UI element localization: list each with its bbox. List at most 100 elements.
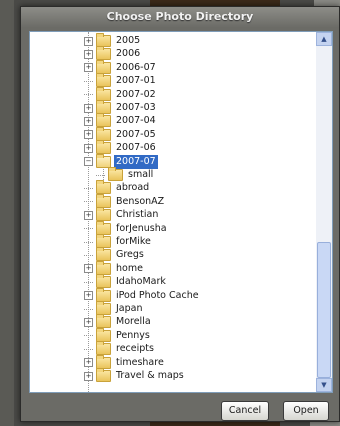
folder-tree-panel: +2005 +2006 +2006-07 2007-01 2007-02 +2007-03… — [29, 31, 333, 393]
folder-icon — [96, 301, 111, 315]
tree-connector — [96, 174, 105, 176]
folder-icon — [96, 234, 111, 248]
scroll-down-button[interactable]: ▼ — [316, 378, 332, 392]
tree-item[interactable]: + home — [84, 260, 145, 276]
folder-icon — [96, 33, 111, 47]
tree-item[interactable]: +2007-05 — [84, 126, 158, 142]
tree-item[interactable]: − 2007-07 — [84, 153, 158, 169]
tree-item-label: Travel & maps — [116, 370, 184, 381]
tree-item-label: small — [128, 169, 154, 180]
tree-connector — [84, 228, 93, 230]
folder-icon — [96, 287, 111, 302]
tree-connector — [84, 335, 93, 337]
tree-item-label: 2007-02 — [116, 88, 156, 100]
folder-icon — [96, 354, 111, 369]
tree-item[interactable]: 2007-02 — [84, 86, 158, 102]
tree-item-label: 2007-07 — [114, 154, 158, 169]
expand-icon[interactable]: + — [84, 116, 93, 126]
tree-item-label: abroad — [116, 182, 150, 194]
vertical-scrollbar[interactable]: ▲ ▼ — [316, 32, 332, 392]
tree-item-label: forMike — [116, 236, 151, 247]
tree-connector — [84, 348, 93, 350]
tree-item-label: timeshare — [116, 356, 164, 368]
tree-item-label: Pennys — [116, 329, 150, 341]
tree-item[interactable]: +2007-06 — [84, 140, 158, 155]
choose-photo-directory-dialog: Choose Photo Directory +2005 +2006 +2006-0… — [20, 6, 340, 422]
tree-item-label: iPod Photo Cache — [116, 289, 199, 301]
dialog-title: Choose Photo Directory — [21, 7, 339, 27]
folder-icon — [96, 260, 111, 275]
tree-item-label: Christian — [116, 209, 159, 221]
folder-icon — [96, 113, 111, 128]
tree-item-label: 2005 — [116, 35, 141, 46]
tree-connector — [84, 254, 93, 256]
tree-item-label: receipts — [116, 343, 154, 355]
folder-icon — [96, 247, 111, 262]
expand-icon[interactable]: + — [84, 371, 93, 381]
folder-icon — [108, 167, 123, 181]
tree-item-label: BensonAZ — [116, 195, 165, 207]
tree-item-label: Gregs — [116, 249, 144, 261]
expand-icon[interactable]: + — [84, 130, 93, 140]
expand-icon[interactable]: + — [84, 264, 93, 274]
tree-item[interactable]: + Morella — [84, 314, 153, 329]
tree-item[interactable]: abroad — [84, 180, 151, 195]
tree-item[interactable]: small — [96, 167, 155, 182]
tree-item[interactable]: 2007-01 — [84, 73, 158, 88]
expand-icon[interactable]: + — [84, 143, 93, 153]
tree-item[interactable]: + Travel & maps — [84, 368, 186, 383]
scroll-thumb[interactable] — [317, 241, 331, 378]
tree-item[interactable]: forMike — [84, 234, 153, 249]
tree-item[interactable]: +2007-04 — [84, 113, 158, 128]
collapse-icon[interactable]: − — [84, 157, 93, 167]
tree-item[interactable]: Japan — [84, 301, 145, 316]
folder-icon — [96, 327, 111, 342]
tree-item-label: 2007-03 — [116, 102, 156, 113]
tree-item[interactable]: Pennys — [84, 327, 152, 343]
tree-connector — [84, 94, 93, 96]
tree-item[interactable]: Gregs — [84, 247, 146, 262]
folder-icon — [96, 46, 111, 61]
tree-item[interactable]: +2006 — [84, 46, 142, 61]
tree-item-label: 2006 — [116, 48, 141, 60]
tree-item-label: forJenusha — [116, 222, 167, 234]
folder-icon — [96, 140, 111, 155]
tree-connector — [84, 80, 93, 82]
folder-icon — [96, 274, 111, 289]
open-folder-icon — [96, 153, 111, 168]
tree-item-label: 2007-06 — [116, 142, 156, 154]
tree-item-label: Morella — [116, 316, 151, 328]
tree-connector — [84, 201, 93, 203]
expand-icon[interactable]: + — [84, 317, 93, 327]
scroll-up-button[interactable]: ▲ — [316, 32, 332, 46]
tree-connector — [84, 241, 93, 243]
tree-item-label: IdahoMark — [116, 276, 166, 288]
tree-item[interactable]: +2005 — [84, 33, 142, 48]
expand-icon[interactable]: + — [84, 291, 93, 301]
expand-icon[interactable]: + — [84, 358, 93, 368]
tree-item-label: 2007-04 — [116, 115, 156, 127]
folder-icon — [96, 126, 111, 141]
folder-icon — [96, 341, 111, 356]
expand-icon[interactable]: + — [84, 210, 93, 220]
tree-connector — [84, 308, 93, 310]
tree-item[interactable]: +2006-07 — [84, 59, 158, 75]
folder-icon — [96, 193, 111, 208]
folder-icon — [96, 220, 111, 235]
tree-item-label: home — [116, 262, 143, 274]
folder-icon — [96, 86, 111, 101]
expand-icon[interactable]: + — [84, 63, 93, 73]
expand-icon[interactable]: + — [84, 103, 93, 113]
cancel-button[interactable]: Cancel — [221, 401, 269, 421]
folder-icon — [96, 314, 111, 329]
folder-icon — [96, 59, 111, 74]
expand-icon[interactable]: + — [84, 49, 93, 59]
open-button[interactable]: Open — [283, 401, 329, 421]
expand-icon[interactable]: + — [84, 36, 93, 46]
folder-icon — [96, 73, 111, 88]
folder-icon — [96, 100, 111, 114]
tree-item-label: 2007-01 — [116, 75, 156, 87]
tree-item[interactable]: receipts — [84, 341, 156, 356]
tree-item-label: 2006-07 — [116, 61, 156, 73]
tree-item[interactable]: + Christian — [84, 207, 160, 222]
